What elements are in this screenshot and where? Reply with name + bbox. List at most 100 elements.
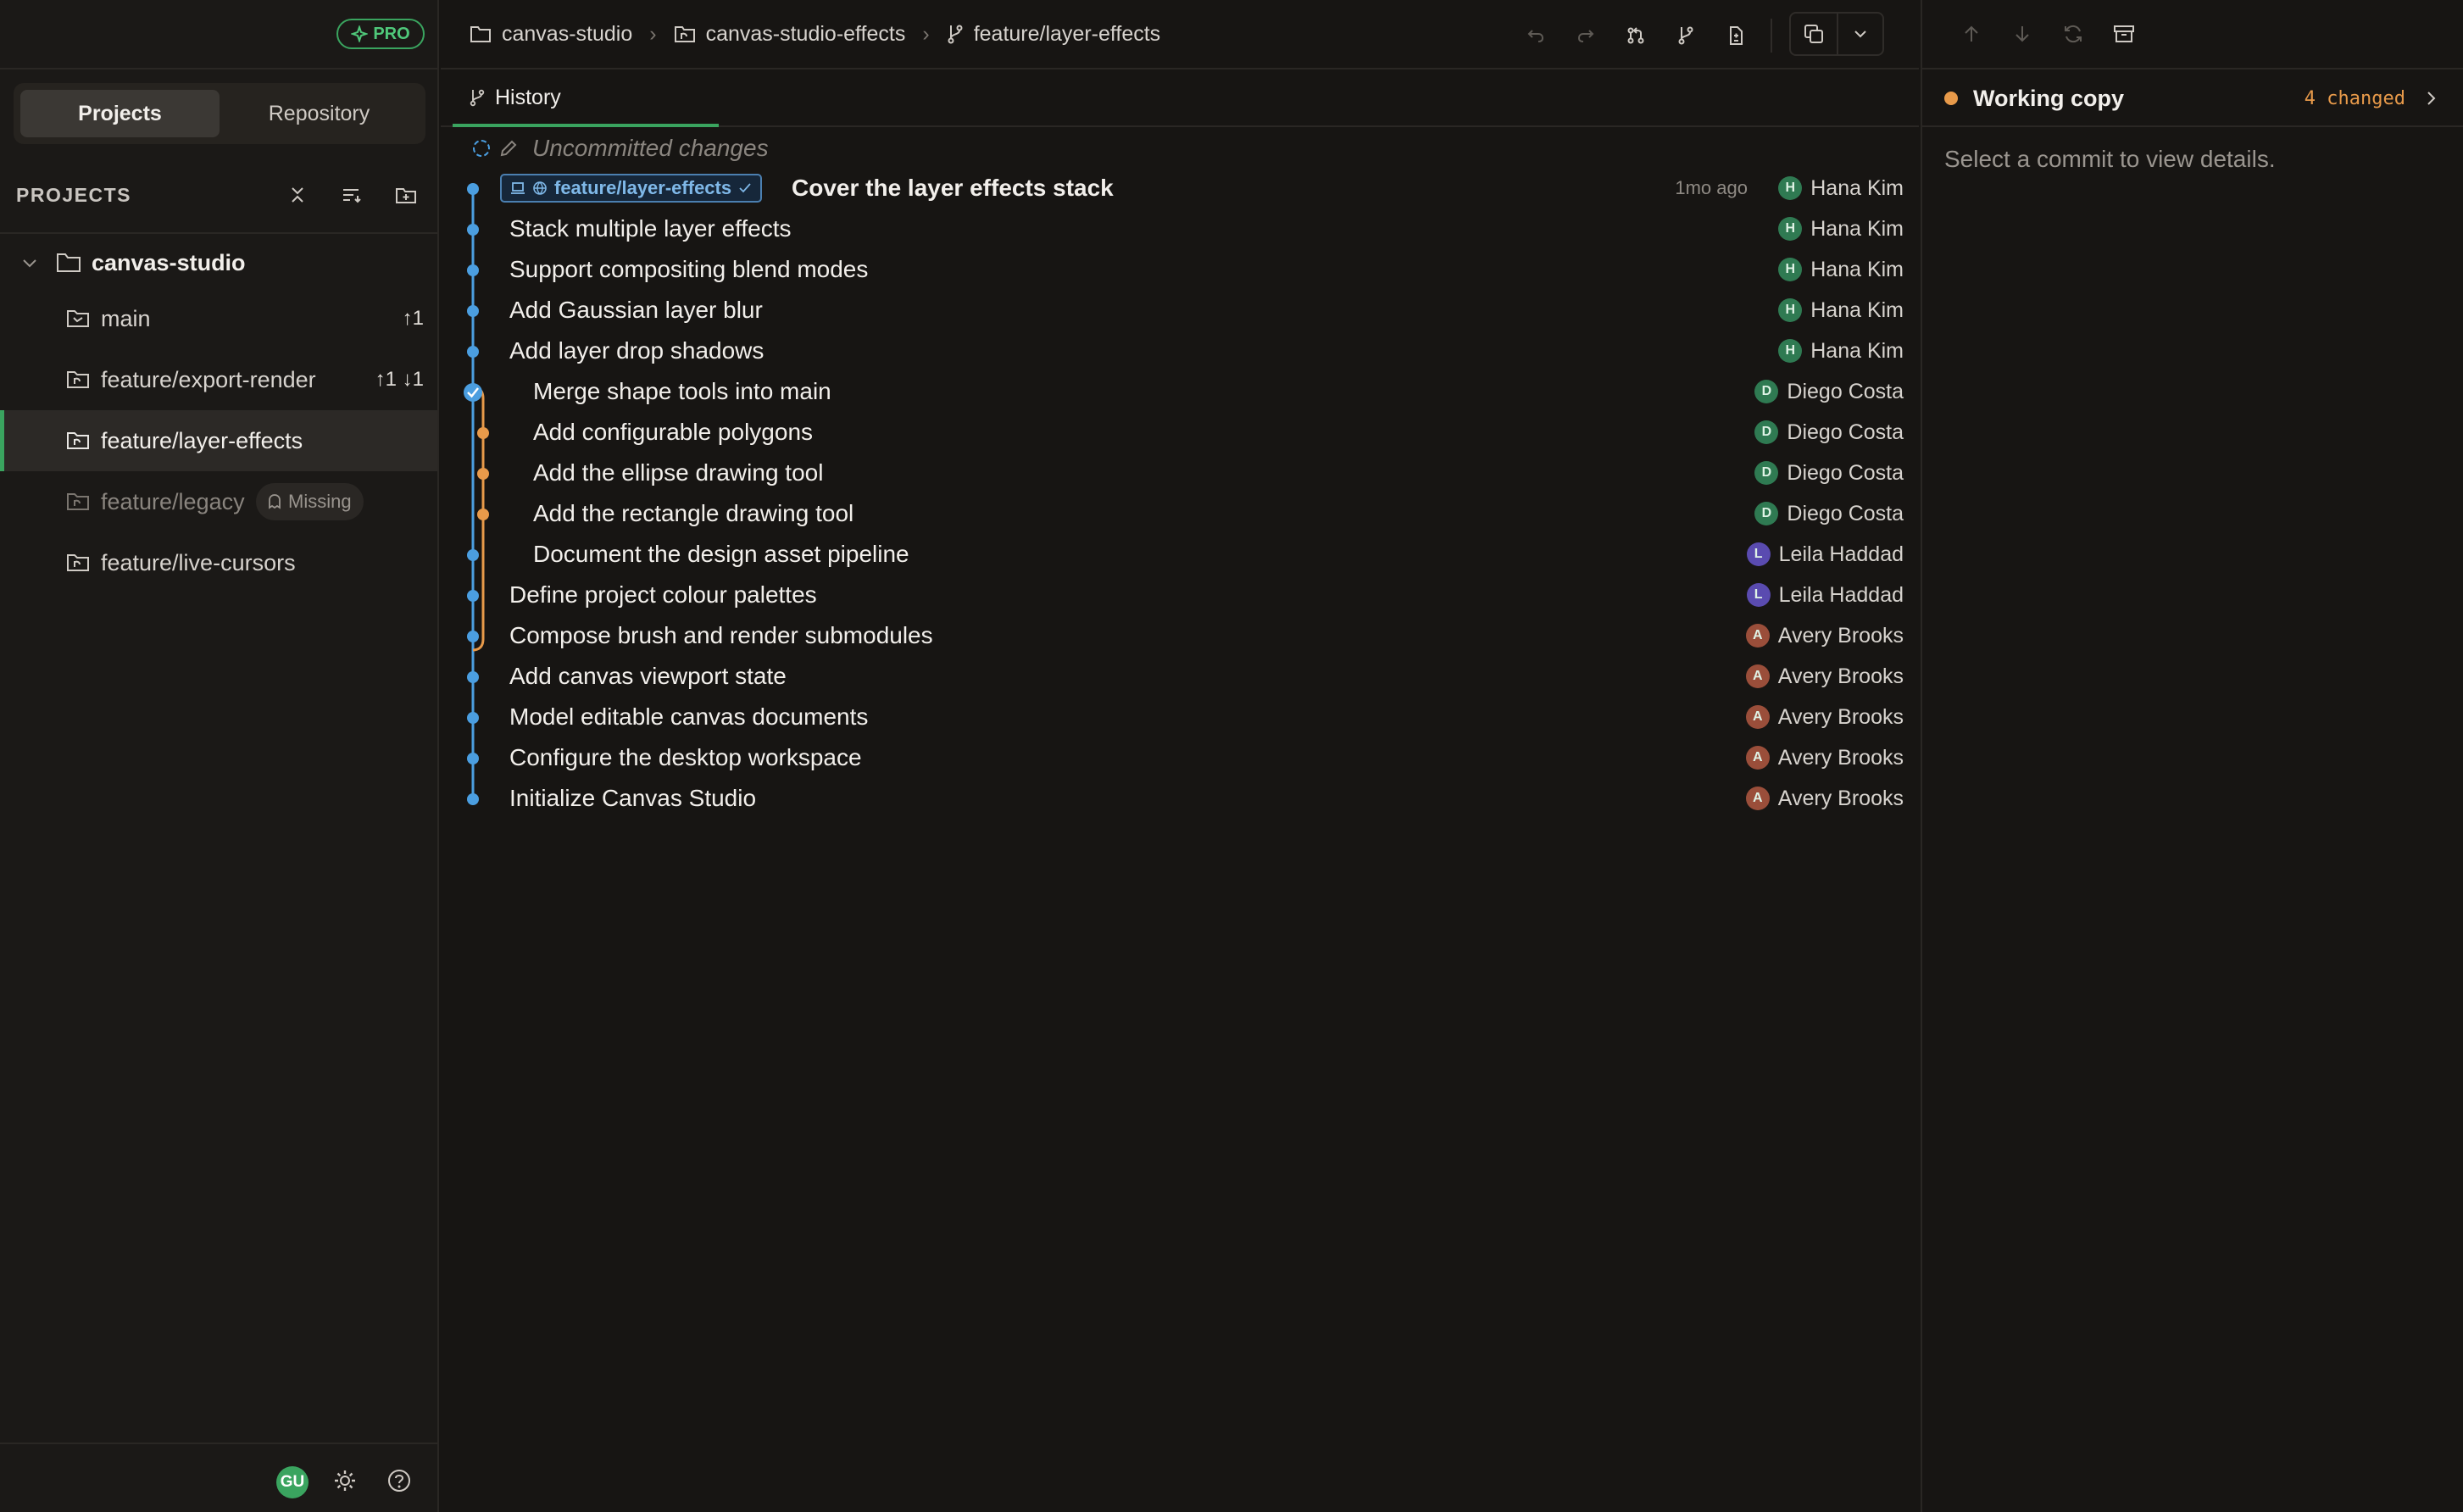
tab-projects[interactable]: Projects: [20, 90, 220, 137]
sidebar-item-branch-main[interactable]: main ↑1: [0, 288, 437, 349]
commit-author: A Avery Brooks: [1745, 745, 1904, 770]
breadcrumb-label: canvas-studio-effects: [705, 21, 906, 46]
chevron-down-icon[interactable]: [20, 253, 39, 272]
commit-row[interactable]: Support compositing blend modes H Hana Ki…: [441, 249, 1919, 290]
commit-message: Add canvas viewport state: [509, 663, 787, 689]
sidebar-item-branch-legacy[interactable]: feature/legacy Missing: [0, 471, 437, 532]
avatar: A: [1745, 664, 1770, 688]
refresh-icon[interactable]: [2056, 17, 2090, 51]
commit-row[interactable]: Add the ellipse drawing tool D Diego Cost…: [441, 453, 1919, 493]
uncommitted-changes-row[interactable]: Uncommitted changes: [441, 129, 1919, 168]
branch-worktree-icon: [66, 370, 90, 390]
breadcrumb-workspace[interactable]: canvas-studio-effects: [674, 21, 906, 47]
commit-message: Add the rectangle drawing tool: [533, 500, 854, 526]
file-diff-icon[interactable]: [1717, 17, 1754, 54]
author-name: Hana Kim: [1810, 257, 1904, 281]
pencil-icon: [498, 138, 519, 158]
chevron-down-icon[interactable]: [1837, 14, 1882, 54]
author-name: Avery Brooks: [1777, 745, 1904, 770]
commit-author: A Avery Brooks: [1745, 786, 1904, 811]
avatar: H: [1778, 298, 1803, 322]
commit-message: Add configurable polygons: [533, 419, 814, 445]
git-branch-icon[interactable]: [1667, 17, 1704, 54]
working-copy-row[interactable]: Working copy 4 changed: [1922, 71, 2463, 127]
commit-row[interactable]: Add Gaussian layer blur H Hana Kim: [441, 290, 1919, 331]
commit-row[interactable]: Model editable canvas documents A Avery B…: [441, 697, 1919, 737]
chevron-right-icon[interactable]: [2424, 89, 2438, 108]
sidebar-item-branch-export-render[interactable]: feature/export-render ↑1 ↓1: [0, 349, 437, 410]
redo-icon[interactable]: [1567, 17, 1604, 54]
view-switcher: Projects Repository: [14, 83, 425, 144]
commit-row[interactable]: feature/layer-effects Cover the layer ef…: [441, 168, 1919, 208]
author-name: Hana Kim: [1810, 297, 1904, 322]
breadcrumb-separator-icon: ›: [649, 21, 657, 46]
pull-request-icon[interactable]: [1617, 17, 1654, 54]
commit-row[interactable]: Initialize Canvas Studio A Avery Brooks: [441, 778, 1919, 819]
commit-author: H Hana Kim: [1778, 339, 1904, 364]
project-item-canvas-studio[interactable]: canvas-studio: [0, 237, 437, 288]
toolbar-divider: [1771, 19, 1772, 53]
arrow-up-icon[interactable]: [1954, 17, 1988, 51]
author-name: Hana Kim: [1810, 338, 1904, 363]
avatar: H: [1778, 217, 1803, 241]
commit-row[interactable]: Stack multiple layer effects H Hana Kim: [441, 208, 1919, 249]
missing-badge: Missing: [256, 483, 364, 520]
branch-tag[interactable]: feature/layer-effects: [500, 174, 763, 203]
commit-author: H Hana Kim: [1778, 258, 1904, 282]
undo-icon[interactable]: [1517, 17, 1554, 54]
commit-row[interactable]: Add layer drop shadows H Hana Kim: [441, 331, 1919, 371]
empty-state-text: Select a commit to view details.: [1944, 146, 2276, 172]
author-name: Hana Kim: [1810, 216, 1904, 241]
commit-message: Define project colour palettes: [509, 581, 817, 608]
commit-row[interactable]: Compose brush and render submodules A Ave…: [441, 615, 1919, 656]
commit-row[interactable]: Add canvas viewport state A Avery Brooks: [441, 656, 1919, 697]
commit-message: Cover the layer effects stack: [792, 175, 1114, 201]
commit-author: H Hana Kim: [1778, 298, 1904, 323]
sidebar-item-branch-layer-effects[interactable]: feature/layer-effects: [0, 410, 437, 471]
breadcrumb-label: feature/layer-effects: [973, 21, 1161, 46]
branch-tag-label: feature/layer-effects: [554, 177, 732, 198]
commit-time: 1mo ago: [1675, 177, 1748, 198]
commit-row[interactable]: Document the design asset pipeline L Leil…: [441, 534, 1919, 575]
user-avatar[interactable]: GU: [276, 1466, 309, 1498]
commit-message: Document the design asset pipeline: [533, 541, 909, 567]
commit-author: H Hana Kim: [1778, 176, 1904, 201]
commit-row[interactable]: Configure the desktop workspace A Avery B…: [441, 737, 1919, 778]
author-name: Avery Brooks: [1777, 704, 1904, 729]
projects-label: PROJECTS: [16, 183, 131, 206]
breadcrumb-separator-icon: ›: [922, 21, 930, 46]
sidebar-item-branch-live-cursors[interactable]: feature/live-cursors: [0, 532, 437, 593]
details-panel: Working copy 4 changed Select a commit t…: [1921, 0, 2463, 1512]
tab-history[interactable]: History: [453, 71, 719, 127]
gear-icon[interactable]: [332, 1468, 358, 1493]
commit-row[interactable]: Add configurable polygons D Diego Costa: [441, 412, 1919, 453]
collapse-all-icon[interactable]: [281, 178, 314, 212]
archive-icon[interactable]: [2107, 17, 2141, 51]
tab-repository[interactable]: Repository: [220, 90, 419, 137]
sort-list-icon[interactable]: [335, 178, 369, 212]
breadcrumb-project[interactable]: canvas-studio: [470, 22, 632, 47]
branch-label: feature/live-cursors: [101, 549, 296, 575]
help-icon[interactable]: [386, 1468, 412, 1493]
sidebar-divider: [0, 232, 439, 234]
breadcrumb: canvas-studio › canvas-studio-effects › …: [470, 0, 1160, 68]
commit-row[interactable]: Add the rectangle drawing tool D Diego Co…: [441, 493, 1919, 534]
commit-message: Initialize Canvas Studio: [509, 785, 757, 811]
missing-label: Missing: [288, 491, 352, 512]
pro-badge[interactable]: PRO: [336, 19, 425, 49]
commit-row[interactable]: Merge shape tools into main D Diego Costa: [441, 371, 1919, 412]
breadcrumb-branch[interactable]: feature/layer-effects: [947, 22, 1160, 47]
author-name: Avery Brooks: [1777, 786, 1904, 810]
project-name: canvas-studio: [92, 249, 246, 275]
add-project-icon[interactable]: [389, 178, 423, 212]
avatar: H: [1778, 176, 1803, 200]
commit-author: L Leila Haddad: [1746, 542, 1904, 567]
branch-label: main: [101, 305, 151, 331]
arrow-down-icon[interactable]: [2005, 17, 2039, 51]
branch-worktree-icon: [674, 25, 696, 43]
commit-message: Model editable canvas documents: [509, 703, 869, 730]
pro-badge-label: PRO: [373, 24, 410, 43]
branch-label: feature/layer-effects: [101, 427, 303, 453]
commit-row[interactable]: Define project colour palettes L Leila Ha…: [441, 575, 1919, 615]
copy-icon[interactable]: [1791, 14, 1837, 54]
